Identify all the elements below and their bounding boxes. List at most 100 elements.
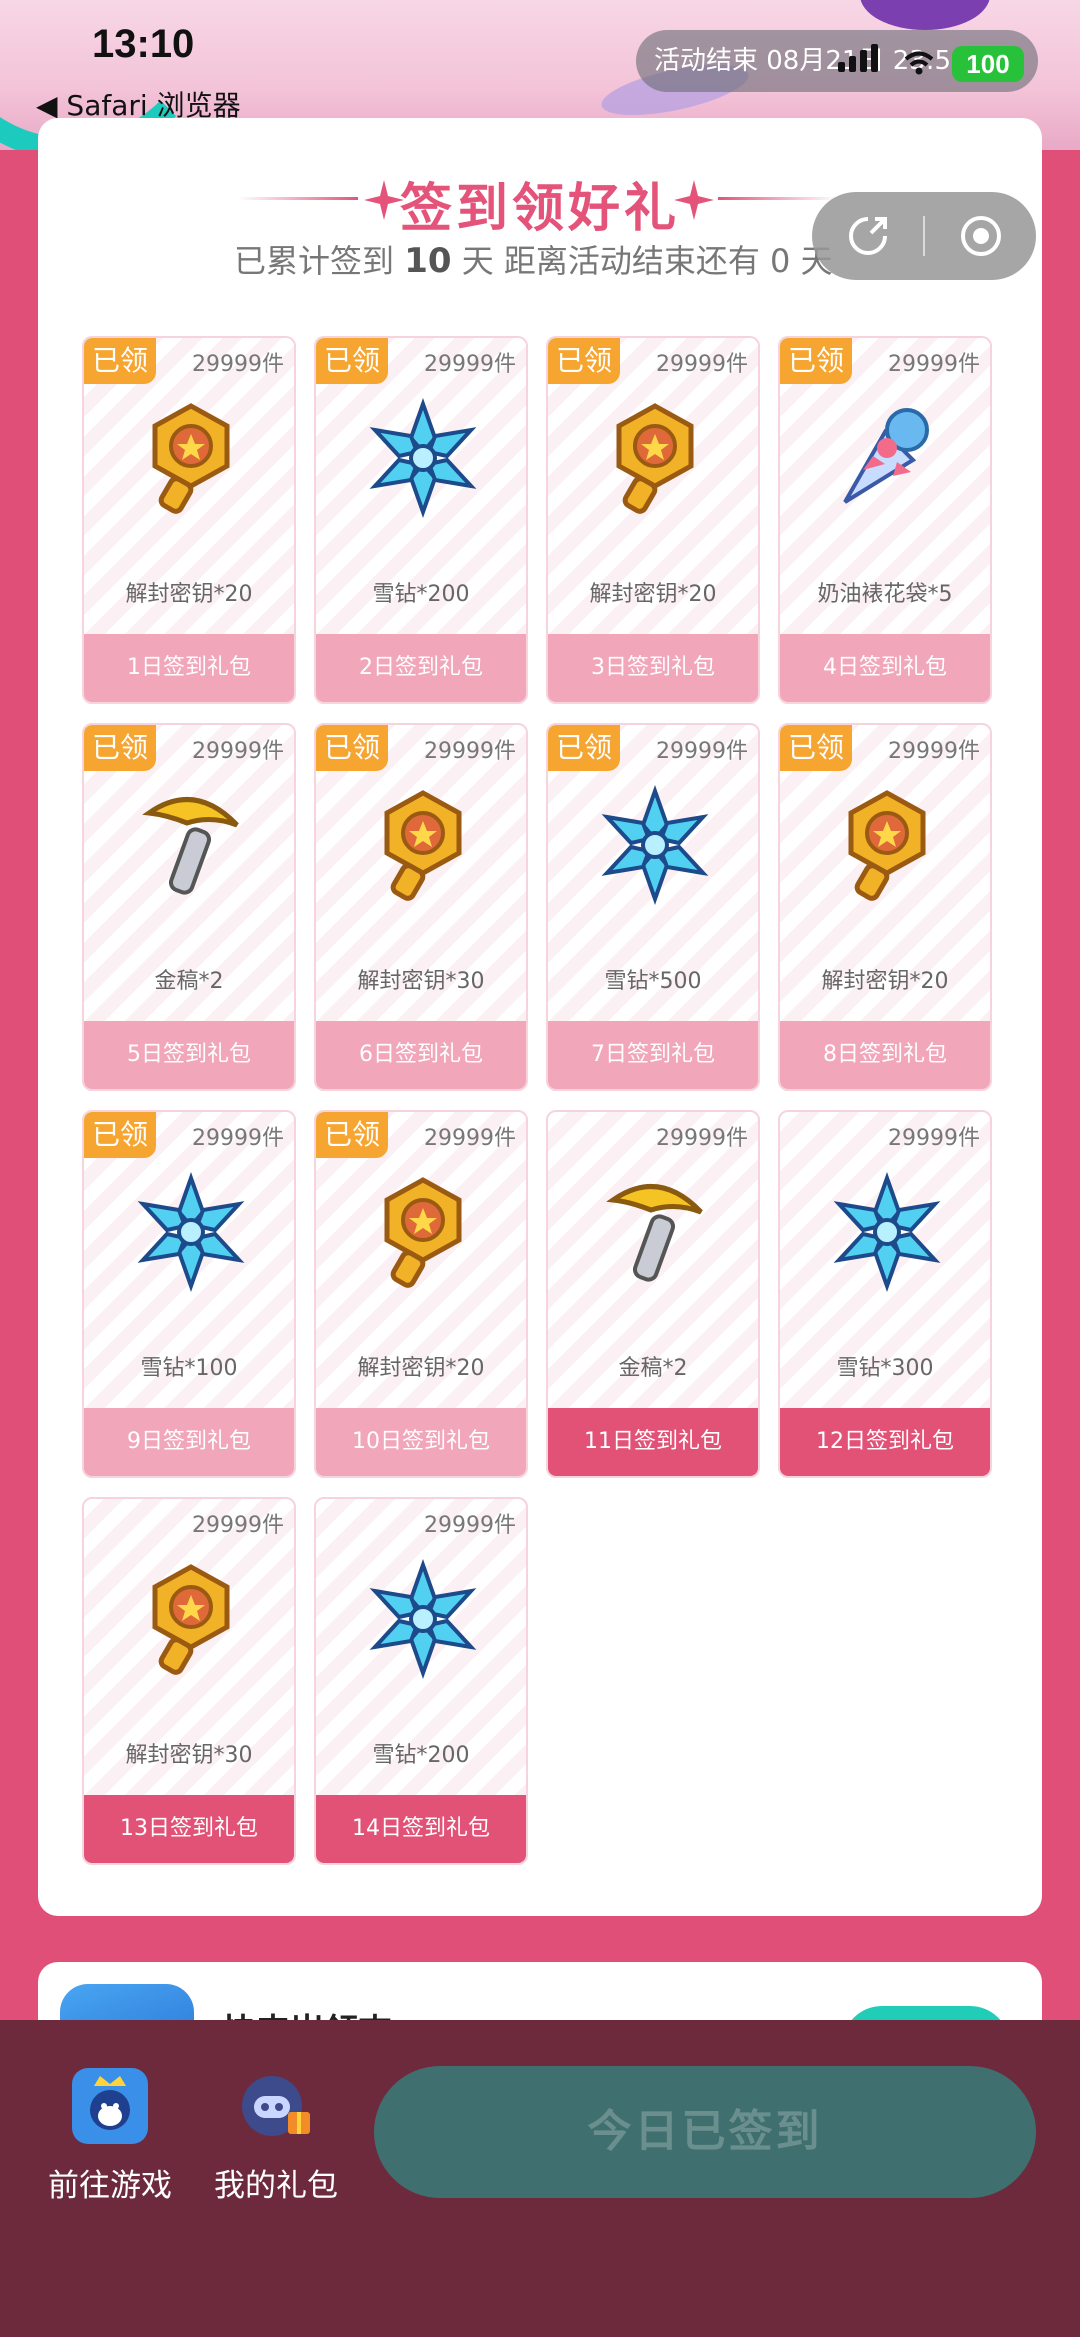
gift-card[interactable]: 已领 29999件雪钻*500 7日签到礼包 [546, 723, 760, 1091]
key-icon [363, 785, 483, 905]
gift-name: 解封密钥*20 [589, 582, 717, 607]
go-to-game-button[interactable]: 前往游戏 [30, 2066, 190, 2205]
gift-day-label: 4日签到礼包 [780, 634, 990, 702]
my-gifts-label: 我的礼包 [214, 2168, 338, 2204]
gift-card[interactable]: 已领 29999件解封密钥*20 10日签到礼包 [314, 1110, 528, 1478]
gift-name: 解封密钥*20 [357, 1356, 485, 1381]
gift-name: 奶油裱花袋*5 [817, 582, 953, 607]
gift-stock: 29999件 [656, 1126, 748, 1151]
gift-day-label: 12日签到礼包 [780, 1408, 990, 1476]
gift-card[interactable]: 29999件雪钻*200 14日签到礼包 [314, 1497, 528, 1865]
claimed-badge: 已领 [780, 725, 852, 771]
gift-stock: 29999件 [888, 352, 980, 377]
gift-stock: 29999件 [888, 739, 980, 764]
gift-day-label: 2日签到礼包 [316, 634, 526, 702]
share-icon [848, 217, 887, 255]
gift-stock: 29999件 [192, 352, 284, 377]
claimed-badge: 已领 [780, 338, 852, 384]
gift-card[interactable]: 已领 29999件解封密钥*20 3日签到礼包 [546, 336, 760, 704]
gift-stock: 29999件 [424, 1513, 516, 1538]
gift-name: 金稿*2 [618, 1356, 688, 1381]
claimed-badge: 已领 [316, 1112, 388, 1158]
gift-stock: 29999件 [656, 352, 748, 377]
gift-name: 雪钻*200 [372, 582, 470, 607]
key-icon [131, 398, 251, 518]
claimed-badge: 已领 [84, 338, 156, 384]
gift-day-label: 10日签到礼包 [316, 1408, 526, 1476]
gift-stock: 29999件 [192, 1513, 284, 1538]
summary-prefix: 已累计签到 [234, 242, 395, 280]
gift-card[interactable]: 已领 29999件解封密钥*30 6日签到礼包 [314, 723, 528, 1091]
my-gifts-icon [242, 2076, 310, 2136]
cone-icon [827, 398, 947, 518]
sparkle-icon [674, 180, 714, 220]
days-signed-count: 10 [404, 241, 452, 281]
bottom-bar: 前往游戏 我的礼包 今日已签到 [0, 2020, 1080, 2337]
snow-icon [595, 784, 715, 906]
claimed-badge: 已领 [548, 725, 620, 771]
gift-card[interactable]: 已领 29999件雪钻*100 9日签到礼包 [82, 1110, 296, 1478]
gift-name: 解封密钥*30 [357, 969, 485, 994]
key-icon [131, 1559, 251, 1679]
wifi-icon [904, 51, 934, 75]
gift-name: 雪钻*100 [140, 1356, 238, 1381]
share-button[interactable] [812, 192, 923, 280]
close-miniprogram-button[interactable] [925, 192, 1036, 280]
my-gifts-button[interactable]: 我的礼包 [196, 2066, 356, 2205]
gift-name: 解封密钥*20 [125, 582, 253, 607]
gift-card[interactable]: 29999件雪钻*300 12日签到礼包 [778, 1110, 992, 1478]
game-app-icon [72, 2068, 148, 2144]
gift-stock: 29999件 [192, 1126, 284, 1151]
gift-name: 雪钻*500 [604, 969, 702, 994]
gift-card[interactable]: 29999件金稿*2 11日签到礼包 [546, 1110, 760, 1478]
snow-icon [363, 397, 483, 519]
key-icon [827, 785, 947, 905]
sign-in-summary: 已累计签到 10 天 距离活动结束还有 0 天 [234, 236, 833, 282]
gift-day-label: 11日签到礼包 [548, 1408, 758, 1476]
claimed-badge: 已领 [548, 338, 620, 384]
gift-card[interactable]: 已领 29999件 解封密钥*20 8日签到礼包 [778, 723, 992, 1091]
claimed-badge: 已领 [84, 1112, 156, 1158]
gift-name: 金稿*2 [154, 969, 224, 994]
gift-name: 解封密钥*30 [125, 1743, 253, 1768]
gift-day-label: 5日签到礼包 [84, 1021, 294, 1089]
claimed-badge: 已领 [316, 338, 388, 384]
gift-day-label: 7日签到礼包 [548, 1021, 758, 1089]
signed-today-button[interactable]: 今日已签到 [374, 2066, 1036, 2198]
gift-stock: 29999件 [656, 739, 748, 764]
snow-icon [827, 1171, 947, 1293]
go-to-game-label: 前往游戏 [48, 2168, 172, 2204]
status-time: 13:10 [92, 22, 195, 66]
battery-indicator: 100 [952, 46, 1024, 82]
pick-icon [131, 785, 251, 905]
gift-day-label: 13日签到礼包 [84, 1795, 294, 1863]
gift-stock: 29999件 [424, 1126, 516, 1151]
pick-icon [595, 1172, 715, 1292]
key-icon [595, 398, 715, 518]
gift-name: 解封密钥*20 [821, 969, 949, 994]
mini-program-capsule [812, 192, 1036, 280]
gift-name: 雪钻*200 [372, 1743, 470, 1768]
gift-day-label: 1日签到礼包 [84, 634, 294, 702]
gift-day-label: 14日签到礼包 [316, 1795, 526, 1863]
gift-stock: 29999件 [192, 739, 284, 764]
gift-card[interactable]: 已领 29999件奶油裱花袋*5 4日签到礼包 [778, 336, 992, 704]
claimed-badge: 已领 [84, 725, 156, 771]
signal-icon [838, 44, 878, 72]
gift-name: 雪钻*300 [836, 1356, 934, 1381]
sign-in-card: 签到领好礼 已累计签到 10 天 距离活动结束还有 0 天 已领 29999件 解封… [38, 118, 1042, 1916]
snow-icon [131, 1171, 251, 1293]
gift-card[interactable]: 已领 29999件 雪钻*200 2日签到礼包 [314, 336, 528, 704]
gift-card[interactable]: 29999件解封密钥*30 13日签到礼包 [82, 1497, 296, 1865]
gift-stock: 29999件 [888, 1126, 980, 1151]
gift-card[interactable]: 已领 29999件金稿*2 5日签到礼包 [82, 723, 296, 1091]
gift-card[interactable]: 已领 29999件解封密钥*20 1日签到礼包 [82, 336, 296, 704]
snow-icon [363, 1558, 483, 1680]
gift-day-label: 9日签到礼包 [84, 1408, 294, 1476]
key-icon [363, 1172, 483, 1292]
record-circle-icon [960, 216, 1001, 256]
gift-day-label: 3日签到礼包 [548, 634, 758, 702]
gift-stock: 29999件 [424, 739, 516, 764]
claimed-badge: 已领 [316, 725, 388, 771]
gift-day-label: 6日签到礼包 [316, 1021, 526, 1089]
